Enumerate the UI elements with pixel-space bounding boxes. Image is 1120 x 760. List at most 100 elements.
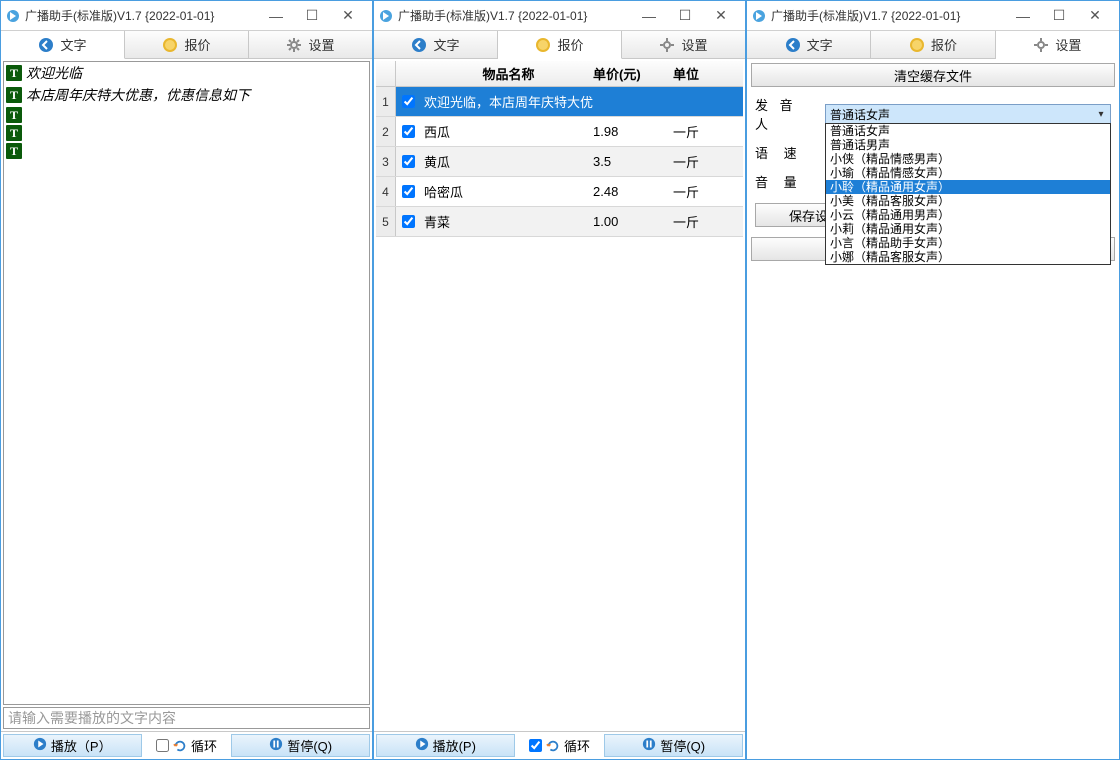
titlebar[interactable]: 广播助手(标准版)V1.7 {2022-01-01} — ☐ ✕ [374, 1, 745, 31]
text-row[interactable]: T [4, 142, 369, 160]
voice-label: 发 音 人 [755, 95, 815, 133]
window-controls: — ☐ ✕ [1009, 6, 1115, 26]
table-row[interactable]: 3 黄瓜 3.5 一斤 [376, 147, 743, 177]
titlebar[interactable]: 广播助手(标准版)V1.7 {2022-01-01} — ☐ ✕ [747, 1, 1119, 31]
window-price: 广播助手(标准版)V1.7 {2022-01-01} — ☐ ✕ 文字 报价 设… [373, 0, 746, 760]
coin-icon [909, 37, 925, 53]
maximize-button[interactable]: ☐ [671, 6, 699, 26]
window-text: 广播助手(标准版)V1.7 {2022-01-01} — ☐ ✕ 文字 报价 设… [0, 0, 373, 760]
play-icon [415, 737, 429, 754]
tab-text-label: 文字 [60, 35, 86, 54]
volume-label: 音 量 [755, 172, 815, 191]
text-row[interactable]: T本店周年庆特大优惠，优惠信息如下 [4, 84, 369, 106]
text-row[interactable]: T [4, 106, 369, 124]
col-name[interactable]: 物品名称 [420, 61, 593, 86]
tab-price[interactable]: 报价 [871, 31, 995, 58]
arrow-left-icon [411, 37, 427, 53]
gear-icon [1033, 37, 1049, 53]
speed-label: 语 速 [755, 143, 815, 162]
tab-text-label: 文字 [807, 35, 833, 54]
bottom-bar: 播放（P） 循环 暂停(Q) [1, 731, 372, 759]
pause-icon [642, 737, 656, 754]
app-icon [5, 8, 21, 24]
voice-option[interactable]: 小聆（精品通用女声） [826, 180, 1110, 194]
table-row[interactable]: 4 哈密瓜 2.48 一斤 [376, 177, 743, 207]
loop-icon [546, 739, 560, 753]
text-icon: T [6, 107, 22, 123]
tab-price[interactable]: 报价 [498, 31, 622, 59]
coin-icon [535, 37, 551, 53]
tab-settings-label: 设置 [308, 35, 334, 54]
maximize-button[interactable]: ☐ [298, 6, 326, 26]
col-unit[interactable]: 单位 [673, 61, 743, 86]
gear-icon [286, 37, 302, 53]
maximize-button[interactable]: ☐ [1045, 6, 1073, 26]
voice-option[interactable]: 小莉（精品通用女声） [826, 222, 1110, 236]
tab-price-label: 报价 [184, 35, 210, 54]
chevron-down-icon: ▾ [1094, 107, 1108, 121]
price-table: 物品名称 单价(元) 单位 1 欢迎光临，本店周年庆特大优惠，优惠信息如下 2 … [376, 61, 743, 729]
minimize-button[interactable]: — [1009, 6, 1037, 26]
voice-option[interactable]: 小云（精品通用男声） [826, 208, 1110, 222]
loop-toggle[interactable]: 循环 [146, 734, 228, 757]
arrow-left-icon [785, 37, 801, 53]
row-checkbox[interactable] [402, 125, 415, 138]
gear-icon [659, 37, 675, 53]
close-button[interactable]: ✕ [1081, 6, 1109, 26]
tab-settings[interactable]: 设置 [622, 31, 745, 58]
loop-toggle[interactable]: 循环 [519, 734, 601, 757]
arrow-left-icon [38, 37, 54, 53]
settings-panel: 清空缓存文件 发 音 人 普通话女声 ▾ 普通话女声普通话男声小侠（精品情感男声… [747, 59, 1119, 265]
table-row[interactable]: 2 西瓜 1.98 一斤 [376, 117, 743, 147]
app-icon [378, 8, 394, 24]
tab-bar: 文字 报价 设置 [1, 31, 372, 59]
table-row[interactable]: 5 青菜 1.00 一斤 [376, 207, 743, 237]
bottom-bar: 播放(P) 循环 暂停(Q) [374, 731, 745, 759]
loop-checkbox[interactable] [529, 739, 542, 752]
voice-combobox[interactable]: 普通话女声 ▾ 普通话女声普通话男声小侠（精品情感男声）小瑜（精品情感女声）小聆… [825, 104, 1111, 124]
play-button[interactable]: 播放(P) [376, 734, 515, 757]
play-button[interactable]: 播放（P） [3, 734, 142, 757]
voice-dropdown[interactable]: 普通话女声普通话男声小侠（精品情感男声）小瑜（精品情感女声）小聆（精品通用女声）… [825, 123, 1111, 265]
text-list[interactable]: T欢迎光临 T本店周年庆特大优惠，优惠信息如下 T T T [3, 61, 370, 705]
close-button[interactable]: ✕ [334, 6, 362, 26]
voice-option[interactable]: 小娜（精品客服女声） [826, 250, 1110, 264]
voice-option[interactable]: 小言（精品助手女声） [826, 236, 1110, 250]
loop-checkbox[interactable] [156, 739, 169, 752]
voice-option[interactable]: 小瑜（精品情感女声） [826, 166, 1110, 180]
window-settings: 广播助手(标准版)V1.7 {2022-01-01} — ☐ ✕ 文字 报价 设… [746, 0, 1120, 760]
tab-settings-label: 设置 [1055, 35, 1081, 54]
tab-settings[interactable]: 设置 [996, 31, 1119, 59]
tab-text[interactable]: 文字 [1, 31, 125, 59]
pause-button[interactable]: 暂停(Q) [231, 734, 370, 757]
row-checkbox[interactable] [402, 155, 415, 168]
tab-settings[interactable]: 设置 [249, 31, 372, 58]
minimize-button[interactable]: — [635, 6, 663, 26]
row-checkbox[interactable] [402, 185, 415, 198]
voice-option[interactable]: 普通话男声 [826, 138, 1110, 152]
titlebar[interactable]: 广播助手(标准版)V1.7 {2022-01-01} — ☐ ✕ [1, 1, 372, 31]
pause-button[interactable]: 暂停(Q) [604, 734, 743, 757]
clear-cache-button[interactable]: 清空缓存文件 [751, 63, 1115, 87]
voice-option[interactable]: 小美（精品客服女声） [826, 194, 1110, 208]
tab-text-label: 文字 [433, 35, 459, 54]
tab-text[interactable]: 文字 [747, 31, 871, 58]
minimize-button[interactable]: — [262, 6, 290, 26]
col-price[interactable]: 单价(元) [593, 61, 673, 86]
window-title: 广播助手(标准版)V1.7 {2022-01-01} [25, 7, 262, 24]
text-input[interactable]: 请输入需要播放的文字内容 [3, 707, 370, 729]
text-row[interactable]: T [4, 124, 369, 142]
close-button[interactable]: ✕ [707, 6, 735, 26]
tab-text[interactable]: 文字 [374, 31, 498, 58]
row-checkbox[interactable] [402, 215, 415, 228]
voice-option[interactable]: 普通话女声 [826, 124, 1110, 138]
tab-price[interactable]: 报价 [125, 31, 249, 58]
text-row[interactable]: T欢迎光临 [4, 62, 369, 84]
text-icon: T [6, 125, 22, 141]
voice-option[interactable]: 小侠（精品情感男声） [826, 152, 1110, 166]
tab-bar: 文字 报价 设置 [374, 31, 745, 59]
table-row[interactable]: 1 欢迎光临，本店周年庆特大优惠，优惠信息如下 [376, 87, 743, 117]
text-icon: T [6, 87, 22, 103]
row-checkbox[interactable] [402, 95, 415, 108]
text-input-placeholder: 请输入需要播放的文字内容 [8, 708, 176, 728]
